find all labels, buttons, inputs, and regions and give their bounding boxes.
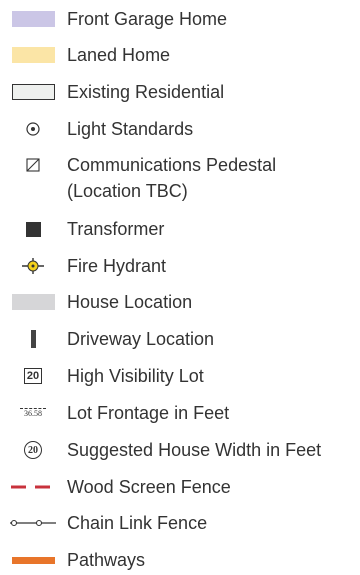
legend-item-existing-residential: Existing Residential xyxy=(0,79,360,105)
legend-item-wood-screen-fence: Wood Screen Fence xyxy=(0,474,360,500)
legend-label: Existing Residential xyxy=(67,82,225,102)
legend-item-driveway-location: Driveway Location xyxy=(0,326,360,352)
legend-item-chain-link-fence: Chain Link Fence xyxy=(0,510,360,536)
legend-label: Light Standards xyxy=(67,119,194,139)
legend-label: Wood Screen Fence xyxy=(67,477,231,497)
legend-label: Chain Link Fence xyxy=(67,513,208,533)
legend-item-light-standards: Light Standards xyxy=(0,116,360,142)
communications-pedestal-icon xyxy=(10,152,56,178)
legend-item-high-visibility-lot: 20 High Visibility Lot xyxy=(0,363,360,389)
legend-item-house-location: House Location xyxy=(0,289,360,315)
transformer-icon xyxy=(10,216,56,242)
legend-item-lot-frontage: 36.58 Lot Frontage in Feet xyxy=(0,400,360,426)
house-width-icon: 20 xyxy=(10,437,56,463)
legend-item-pathways: Pathways xyxy=(0,547,360,573)
lot-frontage-icon: 36.58 xyxy=(10,400,56,426)
legend-label: Communications Pedestal xyxy=(67,155,277,175)
high-visibility-lot-icon: 20 xyxy=(10,363,56,389)
legend-label-continuation: (Location TBC) xyxy=(67,181,188,201)
legend-item-fire-hydrant: Fire Hydrant xyxy=(0,253,360,279)
driveway-location-icon xyxy=(10,326,56,352)
legend-label: House Location xyxy=(67,292,193,312)
wood-screen-fence-icon xyxy=(10,474,56,500)
legend-label: Suggested House Width in Feet xyxy=(67,440,322,460)
legend-label: Driveway Location xyxy=(67,329,215,349)
legend-label: Lot Frontage in Feet xyxy=(67,403,230,423)
purple-swatch-icon xyxy=(10,6,56,32)
map-legend: Front Garage Home Laned Home Existing Re… xyxy=(0,0,360,575)
legend-label: Laned Home xyxy=(67,45,171,65)
pathways-icon xyxy=(10,547,56,573)
legend-item-transformer: Transformer xyxy=(0,216,360,242)
legend-item-communications-pedestal-line2: (Location TBC) xyxy=(0,178,360,204)
legend-label: Pathways xyxy=(67,550,146,570)
legend-label: Transformer xyxy=(67,219,165,239)
yellow-swatch-icon xyxy=(10,42,56,68)
legend-label: High Visibility Lot xyxy=(67,366,204,386)
legend-item-front-garage-home: Front Garage Home xyxy=(0,6,360,32)
outlined-rectangle-icon xyxy=(10,79,56,105)
legend-item-house-width: 20 Suggested House Width in Feet xyxy=(0,437,360,463)
house-location-icon xyxy=(10,289,56,315)
legend-label: Front Garage Home xyxy=(67,9,228,29)
chain-link-fence-icon xyxy=(10,510,56,536)
legend-label: Fire Hydrant xyxy=(67,256,167,276)
light-standard-icon xyxy=(10,116,56,142)
legend-item-communications-pedestal: Communications Pedestal xyxy=(0,152,360,178)
legend-item-laned-home: Laned Home xyxy=(0,42,360,68)
fire-hydrant-icon xyxy=(10,253,56,279)
